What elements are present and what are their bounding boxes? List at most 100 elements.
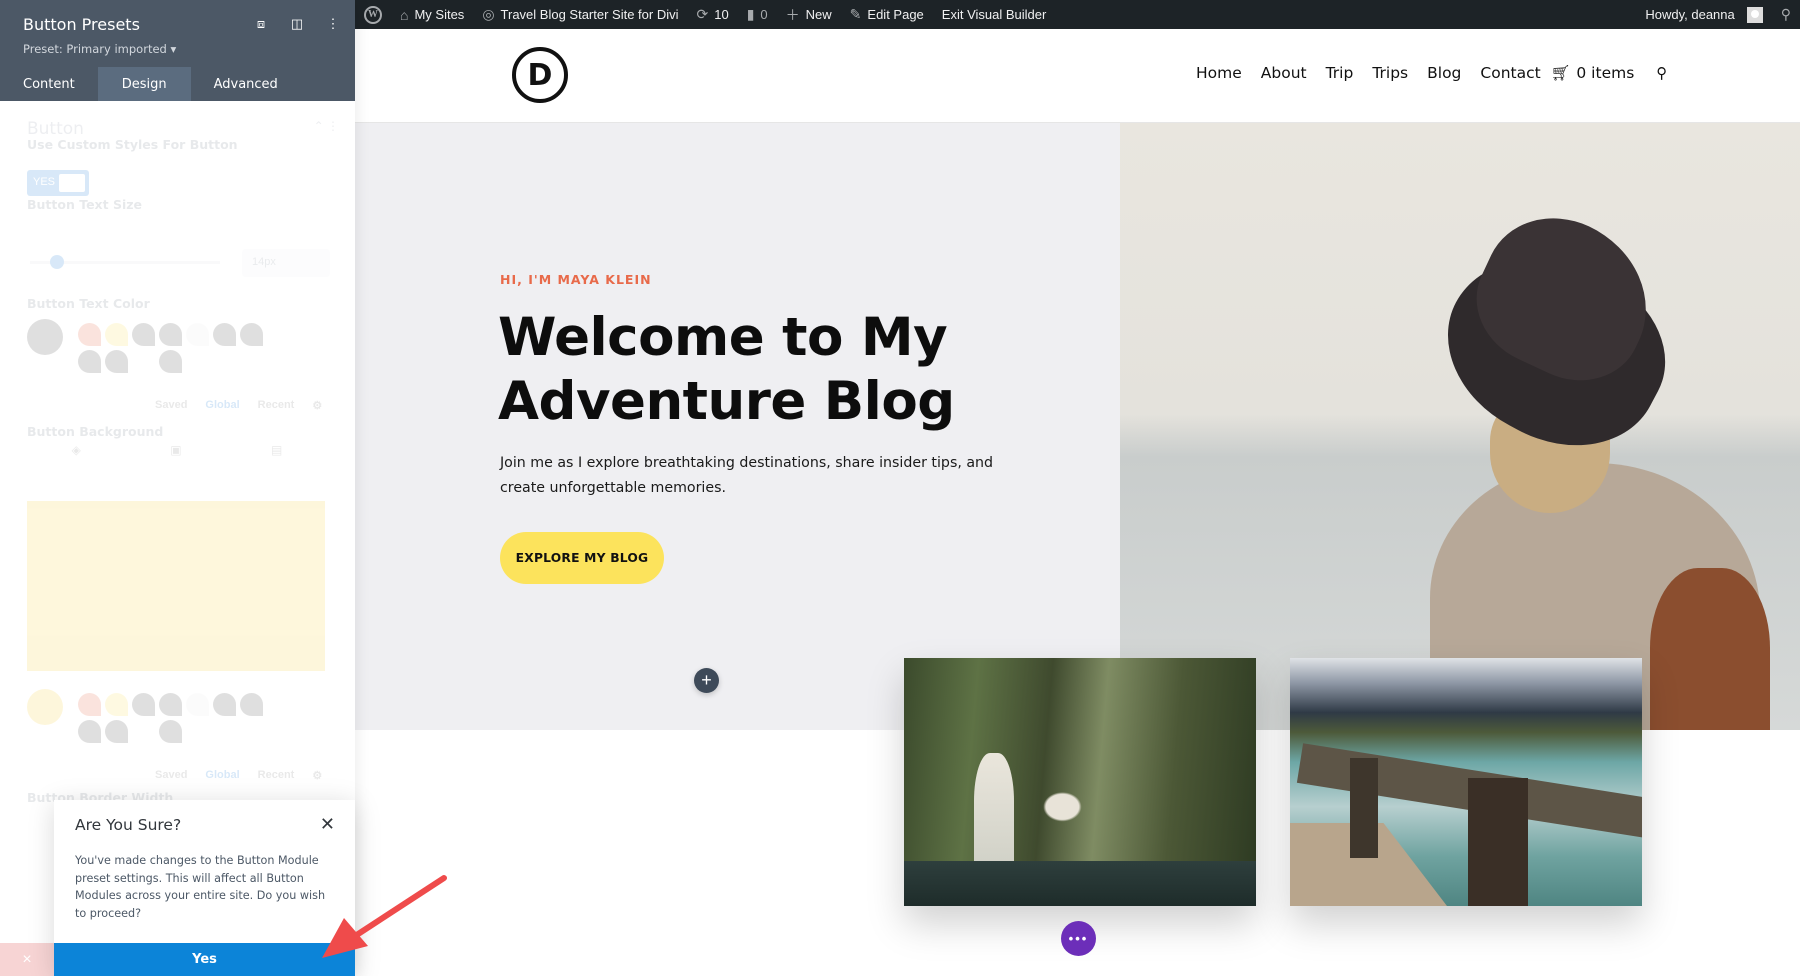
builder-more-button[interactable]: ••• xyxy=(1061,921,1096,956)
confirm-dialog: Are You Sure? ✕ You've made changes to t… xyxy=(54,800,355,976)
refresh-icon: ⟳ xyxy=(696,6,709,22)
close-icon[interactable]: ✕ xyxy=(320,814,335,835)
explore-blog-button[interactable]: EXPLORE MY BLOG xyxy=(500,532,664,584)
panel-tabs: Content Design Advanced xyxy=(0,67,355,101)
updates-link[interactable]: ⟳ 10 xyxy=(688,0,738,29)
color-swatch[interactable] xyxy=(213,323,236,346)
color-swatch[interactable] xyxy=(78,693,101,716)
palette-settings-icon[interactable]: ⚙ xyxy=(312,399,322,412)
admin-search[interactable]: ⚲ xyxy=(1772,0,1800,29)
site-name-menu[interactable]: ◎ Travel Blog Starter Site for Divi xyxy=(473,0,687,29)
color-swatch[interactable] xyxy=(105,693,128,716)
color-swatch[interactable] xyxy=(132,693,155,716)
color-swatch[interactable] xyxy=(132,323,155,346)
color-swatch[interactable] xyxy=(159,323,182,346)
color-swatch[interactable] xyxy=(105,350,128,373)
nav-blog[interactable]: Blog xyxy=(1427,64,1461,82)
color-swatch[interactable] xyxy=(267,693,290,716)
edit-page-label: Edit Page xyxy=(867,7,924,22)
background-label: Button Background xyxy=(27,424,164,439)
cancel-button[interactable]: × xyxy=(0,943,54,976)
search-icon[interactable]: ⚲ xyxy=(1656,64,1667,82)
color-swatch[interactable] xyxy=(213,693,236,716)
nav-trips[interactable]: Trips xyxy=(1372,64,1408,82)
my-sites-label: My Sites xyxy=(414,7,465,22)
split-view-icon[interactable]: ◫ xyxy=(289,16,305,32)
nav-about[interactable]: About xyxy=(1261,64,1307,82)
exit-visual-builder-link[interactable]: Exit Visual Builder xyxy=(933,0,1056,29)
palette-tab-global[interactable]: Global xyxy=(205,399,239,412)
photo-detail xyxy=(904,861,1256,906)
hero-headline: Welcome to My Adventure Blog xyxy=(498,307,955,432)
color-swatch[interactable] xyxy=(78,350,101,373)
color-swatch[interactable] xyxy=(159,720,182,743)
eyedropper-icon[interactable] xyxy=(27,319,63,355)
palette-settings-icon[interactable]: ⚙ xyxy=(312,769,322,782)
dialog-message: You've made changes to the Button Module… xyxy=(75,854,326,920)
color-swatch[interactable] xyxy=(159,350,182,373)
more-options-icon[interactable]: ⋮ xyxy=(325,16,341,32)
tab-advanced[interactable]: Advanced xyxy=(191,67,301,101)
comments-link[interactable]: ▮ 0 xyxy=(738,0,777,29)
main-nav: Home About Trip Trips Blog Contact 🛒︎ 0 i… xyxy=(1196,64,1667,82)
gradient-icon[interactable]: ▤ xyxy=(271,443,282,473)
panel-title: Button Presets xyxy=(23,15,140,34)
text-color-swatches xyxy=(78,323,298,373)
palette-tab-recent[interactable]: Recent xyxy=(258,769,295,782)
waterfall-photo xyxy=(904,658,1256,906)
edit-page-link[interactable]: ✎ Edit Page xyxy=(841,0,933,29)
cart-count: 0 items xyxy=(1576,64,1635,82)
yes-button[interactable]: Yes xyxy=(54,943,355,976)
hero-eyebrow: HI, I'M MAYA KLEIN xyxy=(500,272,652,287)
bg-eyedropper-icon[interactable] xyxy=(27,689,63,725)
color-swatch[interactable] xyxy=(105,720,128,743)
color-swatch[interactable] xyxy=(132,720,155,743)
text-size-input[interactable]: 14px xyxy=(242,249,330,277)
hero-photo-woman-in-hat xyxy=(1120,123,1800,730)
color-swatch[interactable] xyxy=(186,323,209,346)
color-swatch[interactable] xyxy=(186,693,209,716)
fullscreen-icon[interactable]: ⧈ xyxy=(253,16,269,32)
slider-knob[interactable] xyxy=(50,255,64,269)
nav-trip[interactable]: Trip xyxy=(1326,64,1354,82)
color-swatch[interactable] xyxy=(78,720,101,743)
text-size-slider[interactable] xyxy=(30,255,220,269)
account-menu[interactable]: Howdy, deanna xyxy=(1636,0,1771,29)
color-fill-icon[interactable]: ◈ xyxy=(72,443,81,473)
image-icon[interactable]: ▣ xyxy=(170,443,181,473)
color-swatch[interactable] xyxy=(78,323,101,346)
section-title[interactable]: Button xyxy=(27,119,84,139)
add-row-button[interactable]: + xyxy=(694,668,719,693)
color-swatch[interactable] xyxy=(105,323,128,346)
palette-tabs: Saved Global Recent ⚙ xyxy=(155,399,322,412)
color-swatch[interactable] xyxy=(240,323,263,346)
sites-icon: ⌂ xyxy=(400,6,409,23)
palette-tab-recent[interactable]: Recent xyxy=(258,399,295,412)
wp-logo-menu[interactable]: W xyxy=(355,0,391,29)
color-swatch[interactable] xyxy=(159,693,182,716)
site-logo[interactable]: D xyxy=(512,47,568,103)
color-swatch[interactable] xyxy=(132,350,155,373)
new-content-menu[interactable]: ＋ New xyxy=(777,0,841,29)
palette-tab-global[interactable]: Global xyxy=(205,769,239,782)
cart-link[interactable]: 🛒︎ 0 items xyxy=(1551,64,1635,82)
palette-tab-saved[interactable]: Saved xyxy=(155,769,187,782)
color-swatch[interactable] xyxy=(267,323,290,346)
avatar xyxy=(1746,6,1763,23)
comments-count: 0 xyxy=(760,7,768,22)
nav-home[interactable]: Home xyxy=(1196,64,1242,82)
bg-palette-tabs: Saved Global Recent ⚙ xyxy=(155,769,322,782)
custom-styles-toggle[interactable]: YES xyxy=(27,170,89,196)
tab-design[interactable]: Design xyxy=(97,67,191,101)
preset-dropdown[interactable]: Preset: Primary imported ▾ xyxy=(23,42,176,56)
dialog-title: Are You Sure? xyxy=(75,816,182,834)
my-sites-menu[interactable]: ⌂ My Sites xyxy=(391,0,473,29)
photo-detail xyxy=(1350,758,1378,858)
palette-tab-saved[interactable]: Saved xyxy=(155,399,187,412)
background-color-preview[interactable] xyxy=(27,501,325,671)
section-controls[interactable]: ⌃ ⋮ xyxy=(314,119,339,133)
nav-contact[interactable]: Contact xyxy=(1480,64,1540,82)
photo-detail xyxy=(1468,778,1528,906)
tab-content[interactable]: Content xyxy=(0,67,98,101)
color-swatch[interactable] xyxy=(240,693,263,716)
